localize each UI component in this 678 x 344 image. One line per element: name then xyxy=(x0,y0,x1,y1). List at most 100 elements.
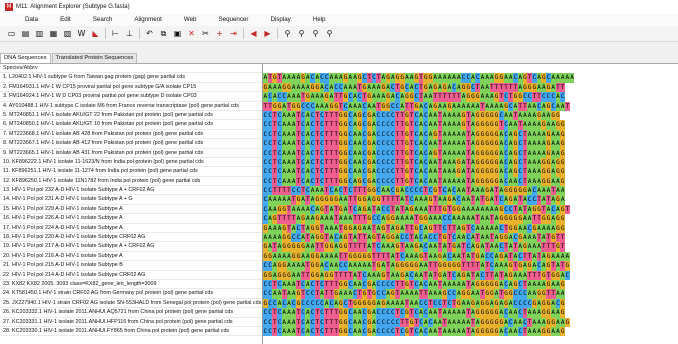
base-cell[interactable]: G xyxy=(560,120,565,130)
toolbar-icon-3[interactable]: ▥ xyxy=(34,28,45,39)
menu-search[interactable]: Search xyxy=(82,16,124,23)
sequence-name-row[interactable]: 28. KC203330.1 HIV-1 isolate 2011.ANHUI.… xyxy=(0,327,262,337)
sequence-name-row[interactable]: 16. HIV-1 Pol pol 226 A-D HIV-1 isolate … xyxy=(0,214,262,224)
sequence-row[interactable]: CCAATAAGTCCTATTGAAACTGTGCCAGTAAAATTAAAGC… xyxy=(263,289,678,299)
base-cell[interactable]: A xyxy=(560,195,565,205)
toolbar-icon-6[interactable]: W xyxy=(76,28,87,39)
base-cell[interactable]: G xyxy=(555,110,561,121)
undo-icon[interactable]: ↶ xyxy=(144,28,155,39)
sequence-name-row[interactable]: 21. HIV-1 Pol pol 215 A-D HIV-1 isolate … xyxy=(0,261,262,271)
sequence-row[interactable]: ACACCAAATGAAAGATTGCACTGAAAGACAGGCTAATTTT… xyxy=(263,92,678,102)
base-cell[interactable]: A xyxy=(560,289,565,299)
sequence-name-row[interactable]: 15. HIV-1 Pol pol 229 A-D HIV-1 isolate … xyxy=(0,205,262,215)
base-cell[interactable]: G xyxy=(560,308,565,318)
sequence-name-row[interactable]: 24. KT581450.1 HIV-1 strain CRF02 AG fro… xyxy=(0,289,262,299)
base-cell[interactable]: G xyxy=(560,223,565,234)
sequence-row[interactable]: AAAAGGCCATAGGTACAGTATTAGTAGGACCTACACCTGT… xyxy=(263,233,678,243)
base-cell[interactable]: G xyxy=(560,157,565,168)
copy-icon[interactable]: ⧉ xyxy=(158,28,169,39)
sequence-row[interactable]: CAAAAATGATAGGGGGAATTGGAGGTTTTATCAAAGTAAG… xyxy=(263,195,678,205)
base-cell[interactable]: A xyxy=(560,186,565,196)
sequence-row[interactable]: CCTCAAATCACTCTTTGGCAACGACCCCTTGTCACAATAA… xyxy=(263,167,678,177)
sequence-row[interactable]: CCTCAAATCACTCTTTGGCAACGACCCCTTGTCACAATAA… xyxy=(263,157,678,168)
base-cell[interactable]: G xyxy=(560,176,565,187)
sequence-name-row[interactable]: 5. MT240851.1 HIV-1 isolate AKU/GT 22 fr… xyxy=(0,111,262,121)
sequence-name-row[interactable]: 1. L20402.1 HIV-1 subtype G from Taiwan … xyxy=(0,73,262,83)
sequence-name-row[interactable]: 17. HIV-1 Pol pol 224 A-D HIV-1 isolate … xyxy=(0,224,262,234)
sequence-row[interactable]: CCTCAAATCACTCTTTGGCAGCGACCCCTTGTCACAATAA… xyxy=(263,176,678,187)
sequence-row[interactable]: CAAGGTAAAACAGTATGATCAGATACCTATAGAAATTTGT… xyxy=(263,204,678,215)
menu-display[interactable]: Display xyxy=(259,16,301,23)
base-cell[interactable]: T xyxy=(565,204,570,215)
sequence-name-row[interactable]: 20. HIV-1 Pol pol 216 A-D HIV-1 isolate … xyxy=(0,252,262,262)
tab-dna-sequences[interactable]: DNA Sequences xyxy=(0,53,51,63)
menu-edit[interactable]: Edit xyxy=(49,16,82,23)
sequence-row[interactable]: GAAAGTACTAGGTAAATGGAGAATAGTAGATTGCAGTTCT… xyxy=(263,223,678,234)
toolbar-icon-8[interactable]: ⊢ xyxy=(110,28,121,39)
toolbar-icon-20[interactable]: ⚲ xyxy=(296,28,307,39)
sequence-name-row[interactable]: 8. MT223667.1 HIV-1 isolate AB 412 from … xyxy=(0,139,262,149)
base-cell[interactable]: A xyxy=(569,73,575,83)
sequence-name-row[interactable]: 10. KF896222.1 HIV-1 isolate 11-1623/N f… xyxy=(0,158,262,168)
base-cell[interactable]: C xyxy=(560,92,565,102)
sequence-row[interactable]: CCTCAAATCACTCTTTGGCAACGACCCCCTTGTCACAATA… xyxy=(263,317,678,327)
sequence-row[interactable]: GAAAGGAAAAGGACACCAAATGAAAGACTGCACTGAGAGA… xyxy=(263,82,678,93)
base-cell[interactable]: G xyxy=(560,129,565,140)
sequence-name-row[interactable]: 25. JX227940.1 HIV-1 strain CRF02 AG iso… xyxy=(0,299,262,309)
base-cell[interactable]: G xyxy=(565,317,570,327)
sequence-row[interactable]: CCTCAAATCACTCTTTGGCAACGACCCCTCGTCACAATAA… xyxy=(263,308,678,318)
base-cell[interactable]: T xyxy=(560,82,565,93)
sequence-name-row[interactable]: 26. KC203332.1 HIV-1 isolate 2011.ANHUI.… xyxy=(0,308,262,318)
base-cell[interactable]: G xyxy=(560,167,565,177)
sequence-name-row[interactable]: 18. HIV-1 Pol pol 220 A-D HIV-1 isolate … xyxy=(0,233,262,243)
sequence-row[interactable]: CCAGGAAAATGGACAACCAAAAATGATAGGGGGAATTGGG… xyxy=(263,261,678,271)
toolbar-icon-22[interactable]: ⚲ xyxy=(324,28,335,39)
toolbar-icon-7[interactable]: ◣ xyxy=(90,28,101,39)
sequence-row[interactable]: TTGGATGGCCCAAAGGTCAAACAATGGCCATTGACAGAAG… xyxy=(263,101,678,111)
sequence-name-row[interactable]: 2. FM164931.1 HIV-1 W CP15 proviral part… xyxy=(0,83,262,93)
sequence-row[interactable]: GATAGGGGGAATTGGAGGTTTTATCAAAGTAAGACAATAT… xyxy=(263,242,678,252)
sequence-row[interactable]: CCTCAAATCACTCTTTGGCAACGACCCCTTGTCACAGTAA… xyxy=(263,129,678,140)
base-cell[interactable]: G xyxy=(565,261,570,271)
sequence-row[interactable]: ATGTAAAAGACACCAAAGAAGCTCTAGAGGAAGTGGAAAA… xyxy=(263,73,678,83)
sequence-row[interactable]: CCTCAAATCACTCTTTGGCAGCGACCCCTTGTCACAATAA… xyxy=(263,110,678,121)
delete-icon[interactable]: ✕ xyxy=(186,28,197,39)
base-cell[interactable]: G xyxy=(560,326,565,337)
base-cell[interactable]: G xyxy=(560,148,565,158)
tab-translated-protein-sequences[interactable]: Translated Protein Sequences xyxy=(51,53,138,63)
toolbar-icon-9[interactable]: ⊥ xyxy=(124,28,135,39)
sequence-name-row[interactable]: 7. MT223668.1 HIV-1 isolate AB 428 from … xyxy=(0,130,262,140)
base-cell[interactable]: C xyxy=(565,270,570,280)
sequence-alignment-area[interactable]: ATGTAAAAGACACCAAAGAAGCTCTAGAGGAAGTGGAAAA… xyxy=(263,64,678,344)
menu-data[interactable]: Data xyxy=(14,16,49,23)
sequence-row[interactable]: CCTCAAATCACTCTTTGGCAACGACCCCTCGTCACAATAA… xyxy=(263,326,678,337)
sequence-name-row[interactable]: 19. HIV-1 Pol pol 217 A-D HIV-1 isolate … xyxy=(0,242,262,252)
sequence-name-row[interactable]: 4. AY010488.1 HIV-1 subtype C isolate M6… xyxy=(0,102,262,111)
sequence-row[interactable]: GCCACACGCCCCCACAGCTGGGGGAGAAAATAACCTCCTC… xyxy=(263,298,678,309)
base-cell[interactable]: G xyxy=(560,139,565,149)
sequence-row[interactable]: CCTTTTCCTCAAATCACTCTTTGGCAACGACCCCTCGTCA… xyxy=(263,186,678,196)
sequence-name-row[interactable]: 6. MT240850.1 HIV-1 isolate AKU/GT 10 fr… xyxy=(0,120,262,130)
sequence-name-row[interactable]: 3. FM164924.1 HIV-1 W D CP03 proviral pa… xyxy=(0,92,262,102)
paste-icon[interactable]: ▣ xyxy=(172,28,183,39)
base-cell[interactable]: G xyxy=(560,214,565,224)
species-column-header[interactable]: Species/Abbrv xyxy=(0,64,262,74)
toolbar-icon-4[interactable]: ▦ xyxy=(48,28,59,39)
sequence-row[interactable]: CCTCAAATCACTCTTTGGCAACGACCCCTTGTCACAGTAA… xyxy=(263,148,678,158)
base-cell[interactable]: T xyxy=(565,101,570,111)
sequence-name-row[interactable]: 11. KF896251.1 HIV-1 isolate 11-1274 fro… xyxy=(0,167,262,177)
save-icon[interactable]: ▤ xyxy=(20,28,31,39)
first-icon[interactable]: ◀ xyxy=(248,28,259,39)
sequence-row[interactable]: CCTCAAATCACTCTTTGGCAGCGACCCCTTGTCACAATAA… xyxy=(263,120,678,130)
base-cell[interactable]: G xyxy=(560,279,565,290)
search-icon[interactable]: ⚲ xyxy=(282,28,293,39)
sequence-row[interactable]: CCTCAAATCACTCTTTGGCAACGACCCCTTGTCACAATAA… xyxy=(263,139,678,149)
sequence-name-row[interactable]: 14. HIV-1 Pol pol 231 A-D HIV-1 isolate … xyxy=(0,195,262,205)
sequence-row[interactable]: CCTCAAATCACTCTTTGGCAACGACCCCTTGTCACAATAA… xyxy=(263,279,678,290)
base-cell[interactable]: T xyxy=(560,242,565,252)
sequence-name-row[interactable]: 13. HIV-1 Pol pol 232 A-D HIV-1 isolate … xyxy=(0,186,262,196)
base-cell[interactable]: G xyxy=(560,298,565,309)
menu-alignment[interactable]: Alignment xyxy=(123,16,173,23)
sequence-name-row[interactable]: 9. MT223665.1 HIV-1 isolate AB 431 from … xyxy=(0,149,262,158)
insert-gap-icon[interactable]: + xyxy=(214,28,225,39)
